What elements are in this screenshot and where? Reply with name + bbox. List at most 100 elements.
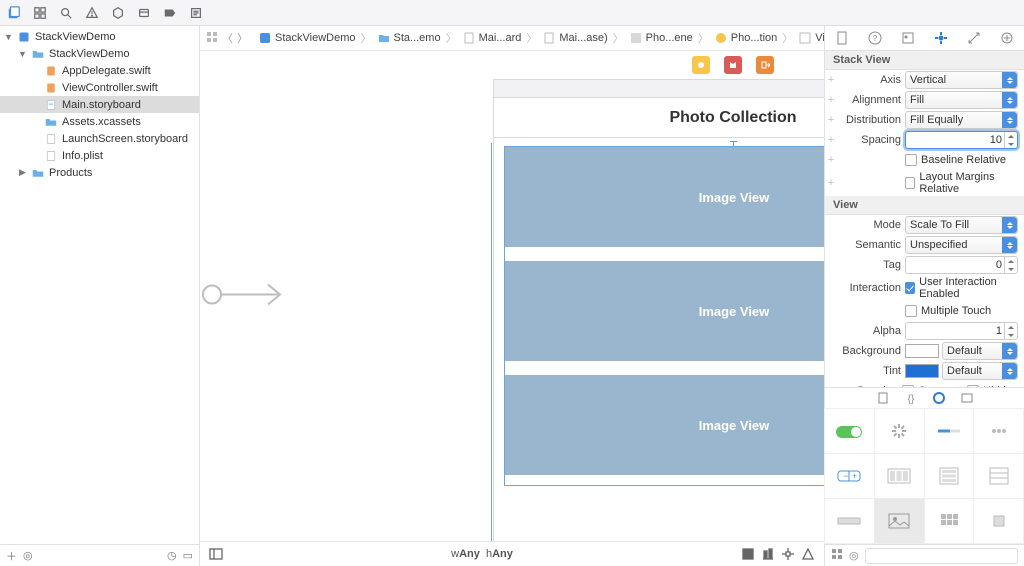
first-responder-icon[interactable]	[724, 56, 742, 74]
filter-icon[interactable]: ◎	[23, 549, 33, 562]
back-icon[interactable]: 〈	[222, 30, 233, 46]
distribution-popup[interactable]: Fill Equally	[905, 111, 1018, 129]
stack-view-selection[interactable]: Image View Image View Image View	[504, 146, 824, 486]
symbol-navigator-icon[interactable]	[32, 5, 48, 21]
inspector-panel: ? Stack View +Axis Vertical +Alignment F…	[824, 26, 1024, 566]
object-lib-icon[interactable]	[932, 391, 946, 405]
group-name: StackViewDemo	[49, 48, 130, 60]
uie-checkbox[interactable]: User Interaction Enabled	[905, 276, 1018, 300]
lib-vstack[interactable]	[924, 453, 975, 499]
vc-icon[interactable]	[692, 56, 710, 74]
file-row[interactable]: Assets.xcassets	[0, 113, 199, 130]
related-items-icon[interactable]	[206, 31, 218, 46]
image-view[interactable]: Image View	[505, 147, 824, 247]
quick-help-icon[interactable]: ?	[866, 29, 884, 47]
stepper-up[interactable]	[1005, 132, 1017, 140]
lib-switch[interactable]	[824, 408, 875, 454]
tint-popup[interactable]: Default	[942, 362, 1018, 380]
breakpoint-navigator-icon[interactable]	[162, 5, 178, 21]
identity-inspector-icon[interactable]	[899, 29, 917, 47]
alignment-popup[interactable]: Fill	[905, 91, 1018, 109]
exit-icon[interactable]	[756, 56, 774, 74]
stack-spacing	[505, 247, 824, 261]
file-row-selected[interactable]: Main.storyboard	[0, 96, 199, 113]
tint-swatch[interactable]	[905, 364, 939, 378]
tag-field[interactable]: 0	[905, 256, 1018, 274]
pin-icon[interactable]	[778, 545, 798, 563]
baseline-checkbox[interactable]: Baseline Relative	[905, 154, 1006, 166]
lib-page-control[interactable]	[973, 408, 1024, 454]
project-navigator-icon[interactable]	[6, 5, 22, 21]
canvas-bottom-bar: wAny hAny	[200, 541, 824, 566]
nav-title: Photo Collection	[669, 109, 796, 127]
attributes-inspector-icon[interactable]	[932, 29, 950, 47]
file-inspector-icon[interactable]	[833, 29, 851, 47]
axis-popup[interactable]: Vertical	[905, 71, 1018, 89]
find-navigator-icon[interactable]	[58, 5, 74, 21]
add-icon[interactable]: ＋	[6, 548, 17, 564]
margins-checkbox[interactable]: Layout Margins Relative	[905, 171, 1018, 195]
bg-swatch[interactable]	[905, 344, 939, 358]
object-library: −+	[825, 409, 1024, 544]
lib-stepper[interactable]: −+	[824, 453, 875, 499]
jump-bar-item[interactable]: StackViewDemo	[254, 26, 360, 50]
media-lib-icon[interactable]	[960, 391, 974, 405]
jump-bar-item[interactable]: Mai...ase)	[538, 26, 611, 50]
bg-popup[interactable]: Default	[942, 342, 1018, 360]
file-template-lib-icon[interactable]	[876, 391, 890, 405]
filter-icon[interactable]: ◎	[849, 549, 859, 562]
file-row[interactable]: Info.plist	[0, 147, 199, 164]
debug-navigator-icon[interactable]	[136, 5, 152, 21]
svg-text:{}: {}	[907, 394, 914, 405]
semantic-popup[interactable]: Unspecified	[905, 236, 1018, 254]
file-row[interactable]: ViewController.swift	[0, 79, 199, 96]
jump-bar-item[interactable]: Mai...ard	[458, 26, 526, 50]
connections-inspector-icon[interactable]	[998, 29, 1016, 47]
library-search[interactable]	[865, 548, 1018, 564]
stack-icon[interactable]	[738, 545, 758, 563]
stepper-down[interactable]	[1005, 140, 1017, 148]
spacing-field[interactable]: 10	[905, 131, 1018, 149]
resolve-issues-icon[interactable]	[798, 545, 818, 563]
project-row[interactable]: ▼ StackViewDemo	[0, 28, 199, 45]
code-snippet-lib-icon[interactable]: {}	[904, 391, 918, 405]
jump-bar-item[interactable]: Pho...tion	[710, 26, 781, 50]
size-inspector-icon[interactable]	[965, 29, 983, 47]
report-navigator-icon[interactable]	[188, 5, 204, 21]
stack-spacing	[505, 361, 824, 375]
forward-icon[interactable]: 〉	[237, 30, 248, 46]
image-view[interactable]: Image View	[505, 375, 824, 475]
align-icon[interactable]	[758, 545, 778, 563]
lib-collectioncell[interactable]	[973, 498, 1024, 544]
view-controller-scene[interactable]: Photo Collection Image View Image View I…	[493, 79, 824, 541]
document-outline-toggle[interactable]	[206, 545, 226, 563]
file-row[interactable]: AppDelegate.swift	[0, 62, 199, 79]
library-tabs: {}	[825, 387, 1024, 409]
initial-vc-arrow[interactable]	[200, 275, 290, 318]
multitouch-checkbox[interactable]: Multiple Touch	[905, 305, 991, 317]
lib-collectionview[interactable]	[924, 498, 975, 544]
navigation-bar[interactable]: Photo Collection	[494, 98, 824, 138]
recent-filter-icon[interactable]: ◷	[167, 549, 177, 562]
lib-hstack[interactable]	[874, 453, 925, 499]
lib-tableview[interactable]	[973, 453, 1024, 499]
lib-imageview[interactable]	[874, 498, 925, 544]
inspector-tabs: ?	[825, 26, 1024, 51]
jump-bar-item[interactable]: Pho...ene	[625, 26, 697, 50]
lib-tablecell[interactable]	[824, 498, 875, 544]
alpha-field[interactable]: 1	[905, 322, 1018, 340]
lib-progress-view[interactable]	[924, 408, 975, 454]
issue-navigator-icon[interactable]	[84, 5, 100, 21]
ib-canvas[interactable]: Photo Collection Image View Image View I…	[200, 51, 824, 541]
file-row[interactable]: LaunchScreen.storyboard	[0, 130, 199, 147]
lib-activity-indicator[interactable]	[874, 408, 925, 454]
grid-list-toggle-icon[interactable]	[831, 548, 843, 563]
image-view[interactable]: Image View	[505, 261, 824, 361]
scm-filter-icon[interactable]: ▭	[183, 549, 193, 562]
mode-popup[interactable]: Scale To Fill	[905, 216, 1018, 234]
jump-bar-item[interactable]: Sta...emo	[373, 26, 445, 50]
navigator-filter-bar: ＋ ◎ ◷ ▭	[0, 544, 199, 566]
products-row[interactable]: ▶ Products	[0, 164, 199, 181]
group-row[interactable]: ▼ StackViewDemo	[0, 45, 199, 62]
test-navigator-icon[interactable]	[110, 5, 126, 21]
